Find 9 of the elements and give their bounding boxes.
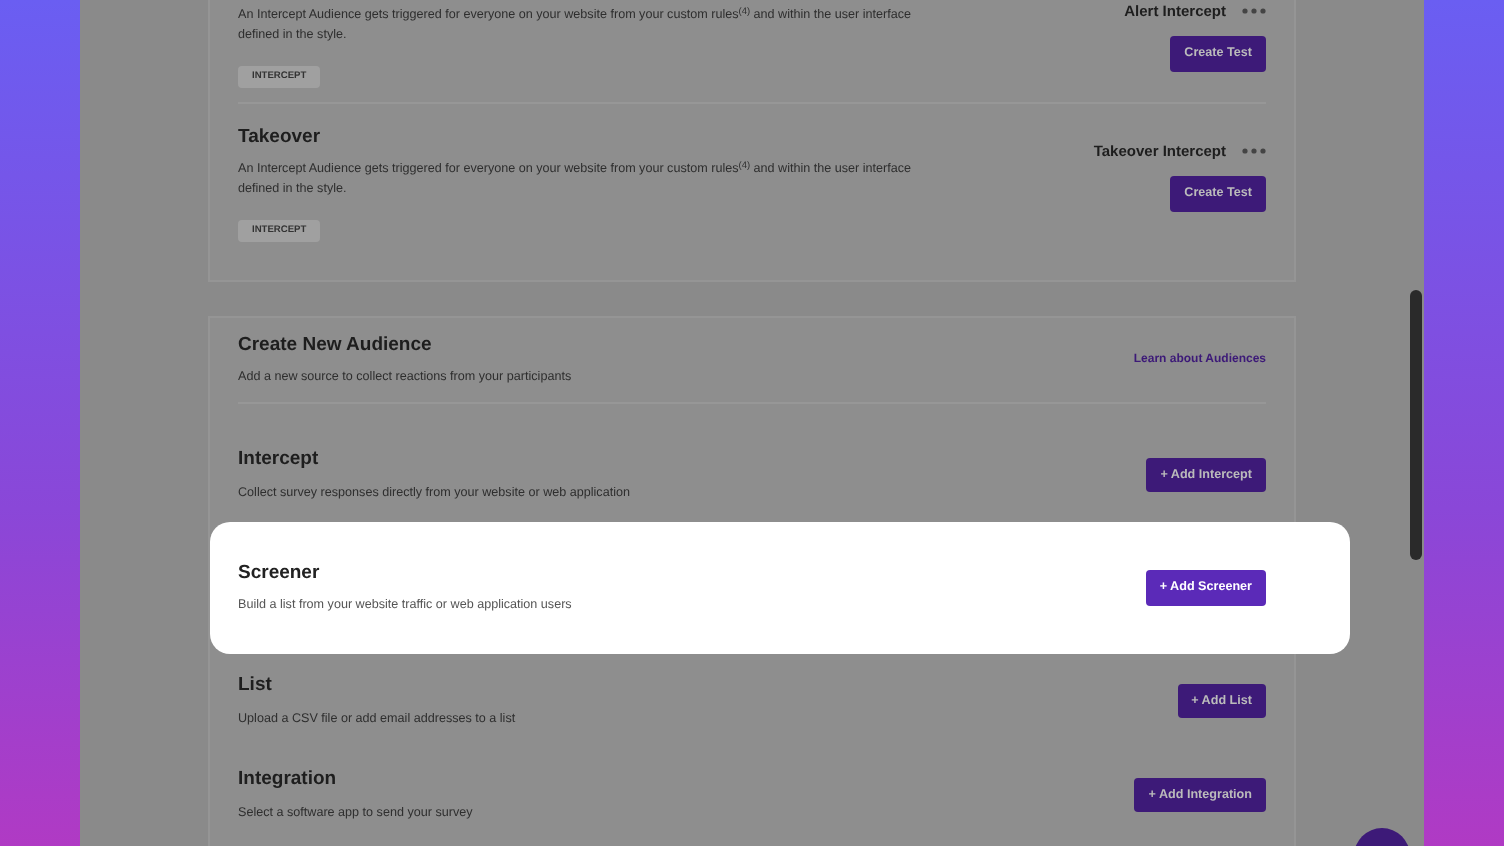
source-title: List xyxy=(238,672,274,701)
audience-heading: Create New Audience xyxy=(238,331,434,360)
test-title: Takeover xyxy=(238,124,323,152)
source-title: Screener xyxy=(238,559,322,588)
source-title: Integration xyxy=(238,766,339,795)
more-icon[interactable] xyxy=(1242,148,1266,155)
scrollbar[interactable] xyxy=(1410,290,1422,560)
source-title: Intercept xyxy=(238,446,321,475)
more-icon[interactable] xyxy=(1242,8,1266,15)
